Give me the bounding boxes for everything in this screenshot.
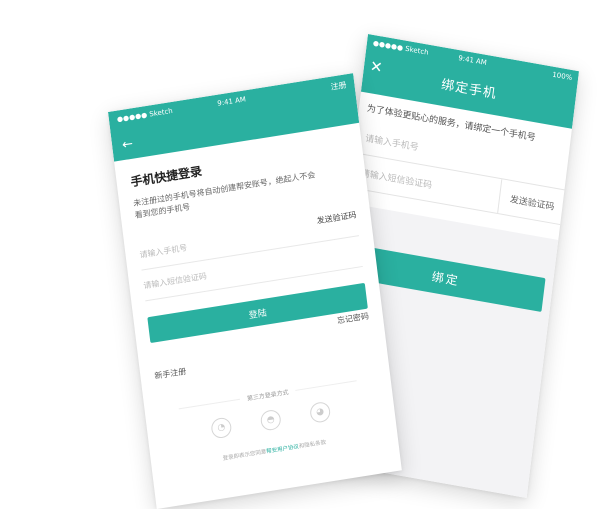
login-screen: ●●●●● Sketch 9:41 AM 注册 ← 手机快捷登录 未注册过的手机… xyxy=(108,73,402,509)
code-placeholder: 请输入短信验证码 xyxy=(142,271,208,290)
qq-icon[interactable]: ◓ xyxy=(259,408,282,432)
register-link[interactable]: 注册 xyxy=(330,79,347,92)
battery: 100% xyxy=(551,70,573,83)
divider-left xyxy=(178,398,241,410)
phone-placeholder: 请输入手机号 xyxy=(364,133,420,153)
phone-placeholder: 请输入手机号 xyxy=(139,242,188,260)
code-placeholder: 请输入短信验证码 xyxy=(360,168,433,191)
wechat-icon[interactable]: ◔ xyxy=(210,416,233,440)
agreement-suffix: 和隐私条款 xyxy=(298,439,327,451)
divider-right xyxy=(295,380,357,391)
third-party-label: 第三方登录方式 xyxy=(246,389,289,403)
back-arrow-icon[interactable]: ← xyxy=(121,137,134,154)
weibo-icon[interactable]: ◕ xyxy=(309,400,332,424)
agreement-prefix: 登录即表示您同意 xyxy=(222,449,267,463)
clock: 9:41 AM xyxy=(216,95,247,108)
forgot-password-link[interactable]: 忘记密码 xyxy=(337,311,370,327)
status-bar: ●●●●● Sketch 9:41 AM 注册 xyxy=(117,79,348,127)
new-register-link[interactable]: 新手注册 xyxy=(154,366,187,382)
agreement-link[interactable]: 帮安用户协议 xyxy=(266,444,299,455)
